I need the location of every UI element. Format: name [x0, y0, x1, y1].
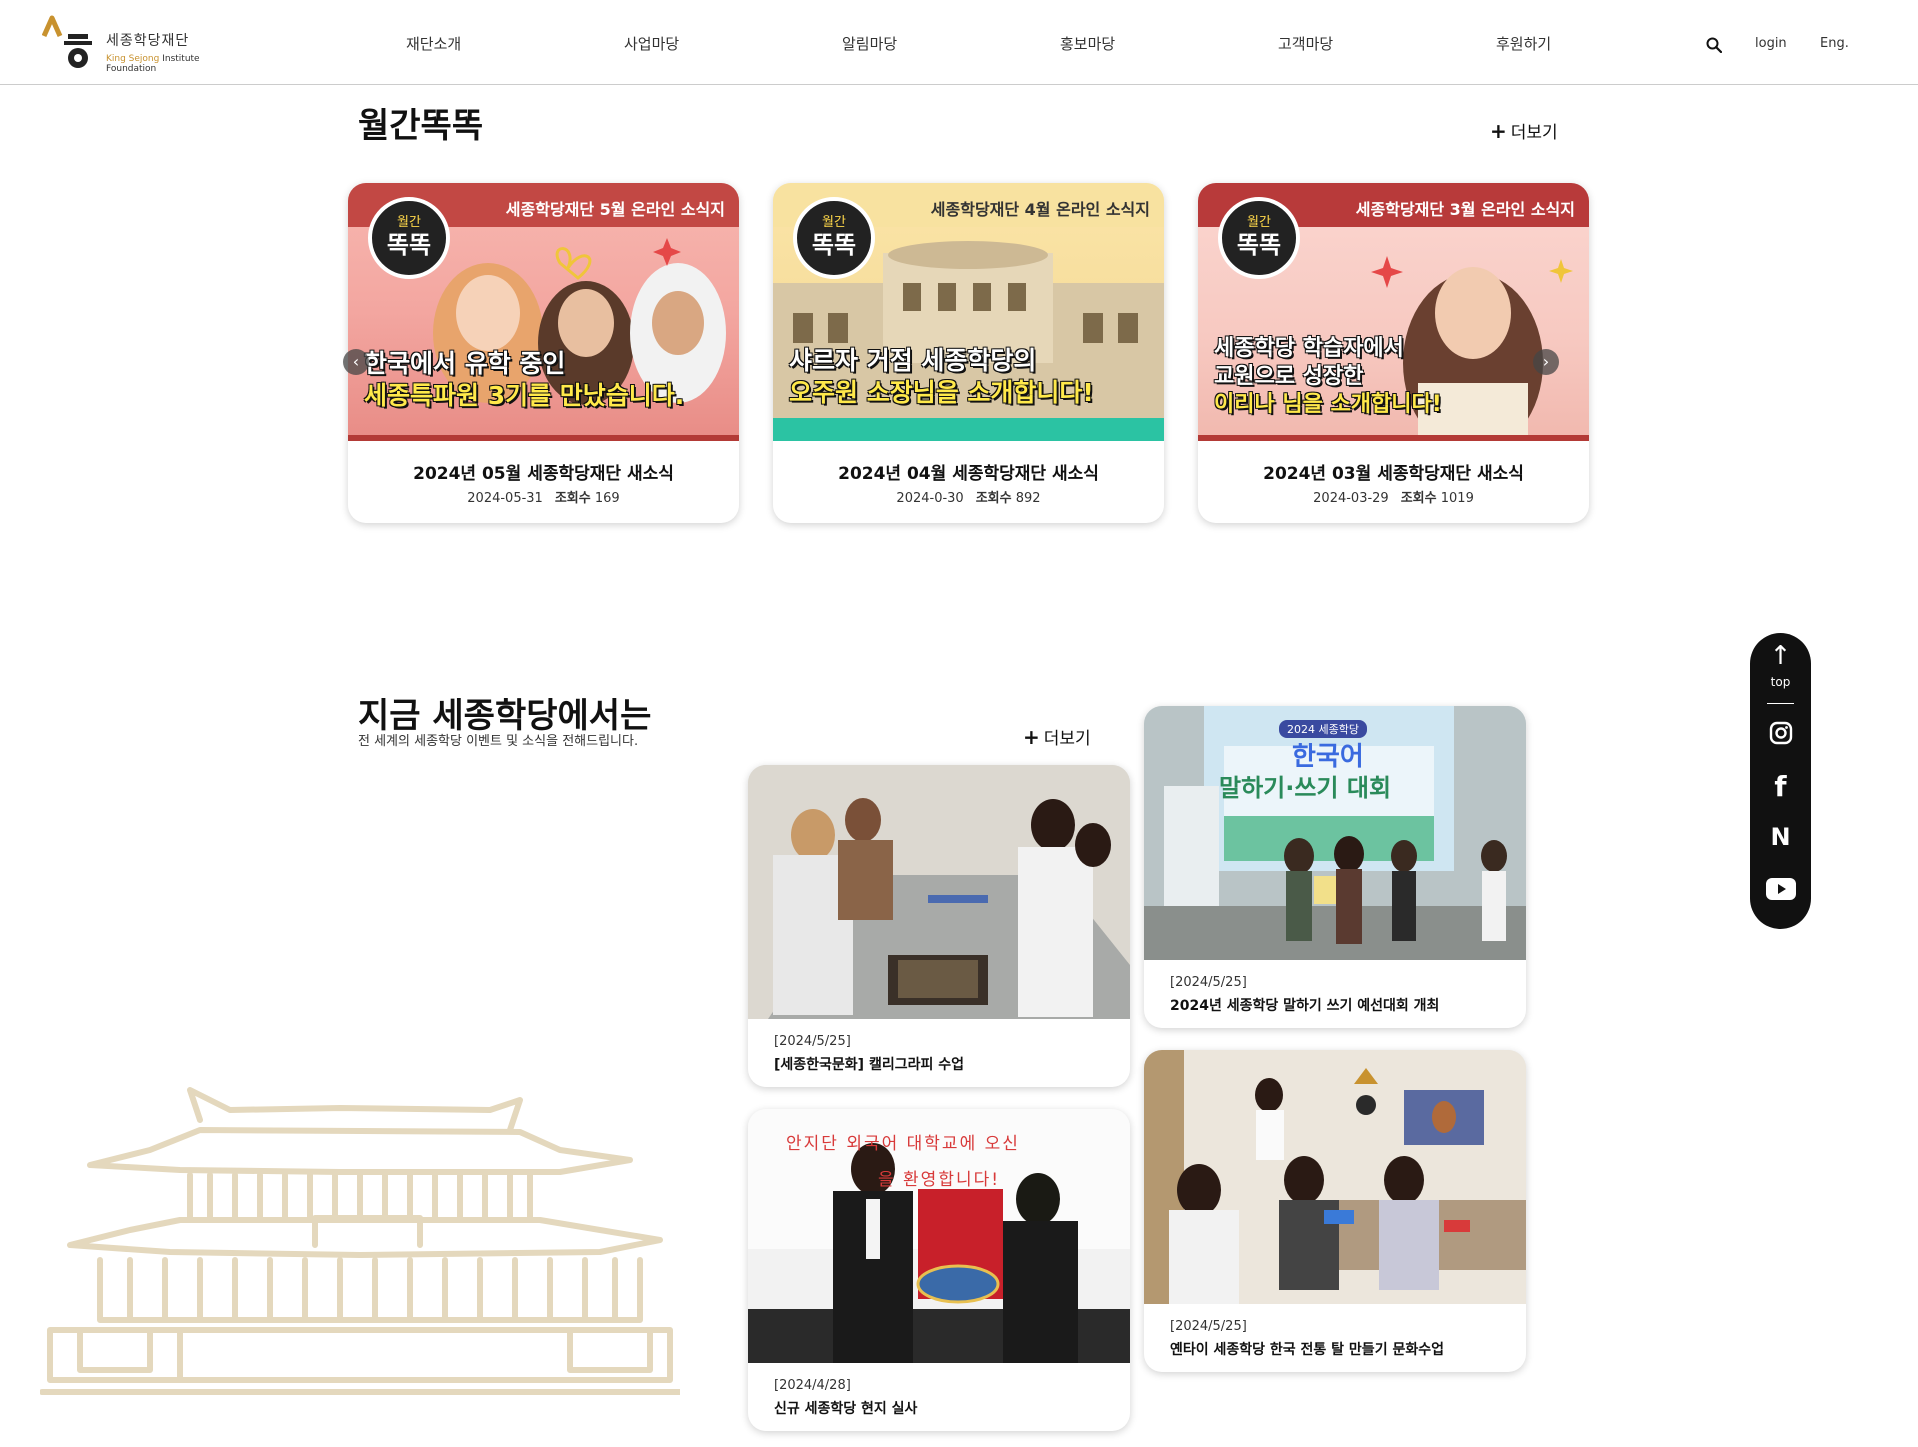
logo-mark-icon: [42, 15, 92, 68]
newsletter-title: 2024년 03월 세종학당재단 새소식: [1263, 464, 1524, 484]
news-card-calligraphy[interactable]: [2024/5/25] [세종한국문화] 캘리그라피 수업: [748, 765, 1130, 1087]
newsletter-date: 2024-05-31: [467, 491, 543, 506]
monthly-more-button[interactable]: + 더보기: [1490, 118, 1558, 143]
logo-english-text: King Sejong Institute Foundation: [106, 54, 200, 74]
more-label: 더보기: [1510, 123, 1558, 143]
thumbnail-headline: 세종학당 학습자에서 교원으로 성장한 이리나 님을 소개합니다!: [1214, 336, 1442, 417]
news-date: [2024/4/28]: [774, 1378, 851, 1393]
views-count: 169: [594, 491, 620, 506]
monthly-badge: 월간 똑똑: [793, 197, 875, 279]
carousel-next-button[interactable]: ›: [1533, 349, 1559, 375]
views-label: 조회수: [554, 491, 591, 506]
views-label: 조회수: [1400, 491, 1437, 506]
newsletter-date: 2024-03-29: [1313, 491, 1389, 506]
newsletter-meta: 2024-0-30 조회수 892: [773, 487, 1164, 506]
page: 세종학당재단 King Sejong Institute Foundation …: [0, 0, 1918, 1447]
thumbnail-headline: 한국에서 유학 중인 세종특파원 3기를 만났습니다.: [364, 349, 685, 410]
news-date: [2024/5/25]: [1170, 975, 1247, 990]
scroll-top-arrow-icon[interactable]: ↑: [1750, 641, 1811, 671]
newsletter-thumbnail: 세종학당재단 4월 온라인 소식지 월간 똑똑 샤르자 거점 세종학당의 오주원…: [773, 183, 1164, 441]
newsletter-title: 2024년 05월 세종학당재단 새소식: [413, 464, 674, 484]
plus-icon: +: [1490, 119, 1507, 143]
mask-class-photo: [1144, 1050, 1526, 1304]
youtube-icon[interactable]: [1750, 878, 1811, 902]
monthly-badge: 월간 똑똑: [1218, 197, 1300, 279]
nav-item-business[interactable]: 사업마당: [624, 33, 679, 54]
temple-illustration: [40, 1087, 680, 1395]
news-card-site-inspection[interactable]: 안지단 외국어 대학교에 오신 을 환영합니다! [2024/4/28] 신규 …: [748, 1109, 1130, 1431]
newsletter-thumbnail: 세종학당재단 5월 온라인 소식지 월간 똑똑 한국에서 유학 중인 세종특파원…: [348, 183, 739, 441]
newsletter-meta: 2024-03-29 조회수 1019: [1198, 487, 1589, 506]
news-title: 2024년 세종학당 말하기 쓰기 예선대회 개최: [1170, 998, 1440, 1014]
inspection-photo-caption-2: 을 환영합니다!: [878, 1170, 1001, 1190]
logo-korean-text: 세종학당재단: [106, 33, 190, 49]
newsletter-card-march[interactable]: 세종학당재단 3월 온라인 소식지 월간 똑똑 세종학당 학습자에서 교원으로 …: [1198, 183, 1589, 523]
calligraphy-class-photo: [748, 765, 1130, 1019]
thumbnail-bottom-line: [1198, 435, 1589, 441]
news-title: [세종한국문화] 캘리그라피 수업: [774, 1057, 964, 1073]
newsletter-thumbnail: 세종학당재단 3월 온라인 소식지 월간 똑똑 세종학당 학습자에서 교원으로 …: [1198, 183, 1589, 441]
news-photo: [1144, 1050, 1526, 1304]
carousel-prev-button[interactable]: ‹: [343, 349, 369, 375]
newsletter-meta: 2024-05-31 조회수 169: [348, 487, 739, 506]
now-section-subtitle: 전 세계의 세종학당 이벤트 및 소식을 전해드립니다.: [358, 734, 639, 749]
instagram-icon[interactable]: [1750, 721, 1811, 747]
facebook-icon[interactable]: f: [1750, 770, 1811, 803]
news-title: 옌타이 세종학당 한국 전통 탈 만들기 문화수업: [1170, 1342, 1444, 1358]
views-label: 조회수: [975, 491, 1012, 506]
nav-item-customer[interactable]: 고객마당: [1278, 33, 1333, 54]
news-card-speaking-contest[interactable]: 2024 세종학당 한국어 말하기·쓰기 대회 [2024/5/25] 2024…: [1144, 706, 1526, 1028]
news-title: 신규 세종학당 현지 실사: [774, 1401, 918, 1417]
more-label: 더보기: [1043, 729, 1091, 749]
naver-icon[interactable]: N: [1750, 823, 1811, 851]
social-sidebar: ↑ top f N: [1750, 633, 1811, 929]
site-logo[interactable]: 세종학당재단 King Sejong Institute Foundation: [42, 14, 252, 74]
newsletter-card-april[interactable]: 세종학당재단 4월 온라인 소식지 월간 똑똑 샤르자 거점 세종학당의 오주원…: [773, 183, 1164, 523]
contest-photo-caption-3: 말하기·쓰기 대회: [1219, 774, 1392, 802]
inspection-photo-caption-1: 안지단 외국어 대학교에 오신: [786, 1134, 1020, 1154]
sidebar-divider: [1767, 703, 1794, 704]
search-icon[interactable]: [1706, 37, 1722, 53]
scroll-top-button[interactable]: top: [1750, 675, 1811, 689]
views-count: 892: [1015, 491, 1041, 506]
newsletter-date: 2024-0-30: [896, 491, 964, 506]
now-more-button[interactable]: + 더보기: [1023, 724, 1091, 749]
site-header: 세종학당재단 King Sejong Institute Foundation …: [0, 0, 1918, 85]
nav-item-about[interactable]: 재단소개: [406, 33, 461, 54]
views-count: 1019: [1440, 491, 1474, 506]
thumbnail-bottom-line: [348, 435, 739, 441]
news-photo: 안지단 외국어 대학교에 오신 을 환영합니다!: [748, 1109, 1130, 1363]
news-date: [2024/5/25]: [1170, 1319, 1247, 1334]
nav-item-notice[interactable]: 알림마당: [842, 33, 897, 54]
login-link[interactable]: login: [1755, 36, 1787, 51]
nav-item-donation[interactable]: 후원하기: [1496, 33, 1551, 54]
monthly-section-title: 월간똑똑: [358, 106, 484, 146]
newsletter-card-may[interactable]: 세종학당재단 5월 온라인 소식지 월간 똑똑 한국에서 유학 중인 세종특파원…: [348, 183, 739, 523]
nav-item-promotion[interactable]: 홍보마당: [1060, 33, 1115, 54]
english-link[interactable]: Eng.: [1820, 36, 1849, 51]
news-date: [2024/5/25]: [774, 1034, 851, 1049]
plus-icon: +: [1023, 725, 1040, 749]
news-photo: 2024 세종학당 한국어 말하기·쓰기 대회: [1144, 706, 1526, 960]
news-card-mask-making[interactable]: [2024/5/25] 옌타이 세종학당 한국 전통 탈 만들기 문화수업: [1144, 1050, 1526, 1372]
newsletter-title: 2024년 04월 세종학당재단 새소식: [838, 464, 1099, 484]
news-photo: [748, 765, 1130, 1019]
thumbnail-headline: 샤르자 거점 세종학당의 오주원 소장님을 소개합니다!: [789, 346, 1094, 407]
monthly-badge: 월간 똑똑: [368, 197, 450, 279]
